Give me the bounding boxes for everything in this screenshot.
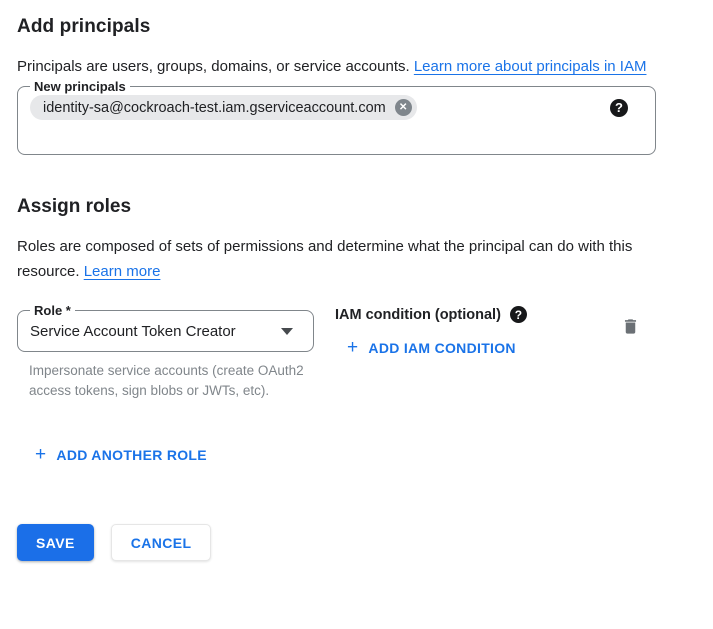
principals-chip-row: identity-sa@cockroach-test.iam.gservicea…	[30, 94, 643, 120]
cancel-button[interactable]: CANCEL	[111, 524, 212, 561]
principals-help-icon[interactable]: ?	[610, 99, 628, 117]
add-iam-condition-button[interactable]: + ADD IAM CONDITION	[347, 338, 516, 357]
principals-intro-text: Principals are users, groups, domains, o…	[17, 58, 414, 75]
save-button[interactable]: SAVE	[17, 524, 94, 561]
iam-condition-column: IAM condition (optional) ? + ADD IAM CON…	[335, 303, 527, 358]
role-select-value-row[interactable]: Service Account Token Creator	[30, 318, 301, 351]
principal-chip: identity-sa@cockroach-test.iam.gservicea…	[30, 95, 417, 120]
add-another-role-label: ADD ANOTHER ROLE	[56, 447, 207, 463]
roles-intro: Roles are composed of sets of permission…	[17, 234, 667, 284]
role-select-value: Service Account Token Creator	[30, 323, 236, 340]
add-iam-condition-label: ADD IAM CONDITION	[368, 340, 515, 356]
page-title: Add principals	[17, 16, 673, 38]
principals-field-empty-area[interactable]	[30, 120, 643, 154]
iam-condition-label-row: IAM condition (optional) ?	[335, 306, 527, 323]
principals-intro: Principals are users, groups, domains, o…	[17, 54, 667, 79]
plus-icon: +	[35, 445, 46, 464]
learn-more-roles-link[interactable]: Learn more	[84, 263, 161, 280]
role-select[interactable]: Role * Service Account Token Creator	[17, 303, 314, 352]
role-select-label: Role *	[30, 303, 75, 318]
delete-role-column	[619, 315, 642, 341]
delete-role-button[interactable]	[619, 315, 642, 341]
learn-more-principals-link[interactable]: Learn more about principals in IAM	[414, 58, 647, 75]
role-column: Role * Service Account Token Creator Imp…	[17, 303, 314, 401]
new-principals-field[interactable]: New principals identity-sa@cockroach-tes…	[17, 79, 656, 155]
principal-chip-label: identity-sa@cockroach-test.iam.gservicea…	[43, 100, 386, 116]
add-principals-panel: Add principals Principals are users, gro…	[0, 0, 673, 561]
new-principals-label: New principals	[30, 79, 130, 94]
chip-close-icon[interactable]: ✕	[395, 99, 412, 116]
trash-icon	[621, 317, 640, 339]
plus-icon: +	[347, 338, 358, 357]
iam-condition-help-icon[interactable]: ?	[510, 306, 527, 323]
dropdown-arrow-icon	[281, 328, 293, 335]
role-assignment-row: Role * Service Account Token Creator Imp…	[17, 303, 656, 401]
iam-condition-label: IAM condition (optional)	[335, 307, 501, 323]
dialog-actions: SAVE CANCEL	[17, 524, 673, 561]
assign-roles-title: Assign roles	[17, 196, 673, 218]
add-another-role-button[interactable]: + ADD ANOTHER ROLE	[35, 445, 207, 464]
role-helper-text: Impersonate service accounts (create OAu…	[29, 361, 309, 401]
